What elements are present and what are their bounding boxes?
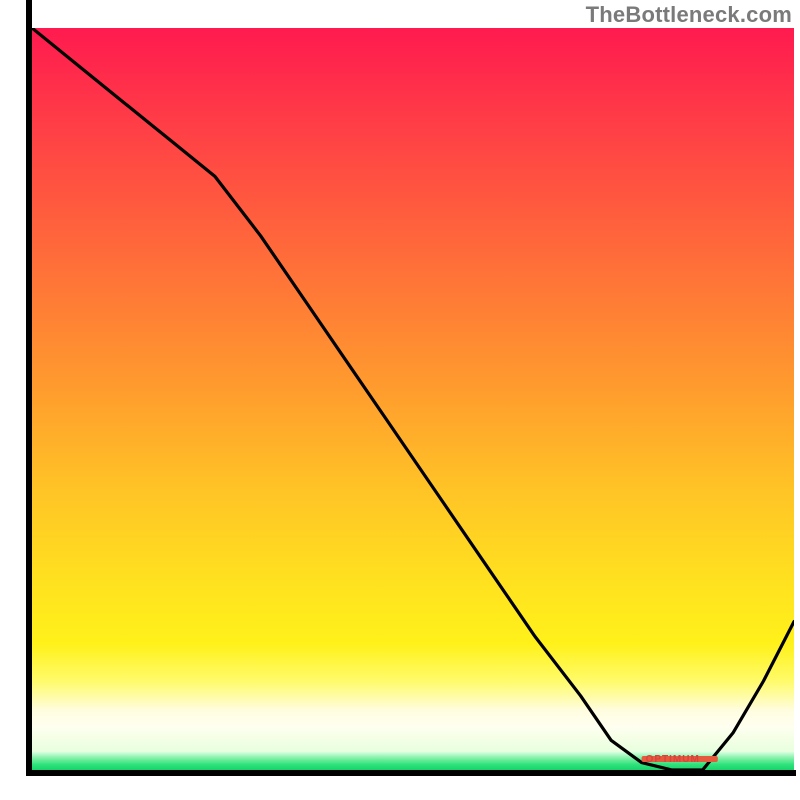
plot-area: OPTIMUM bbox=[32, 28, 794, 770]
bottleneck-chart: TheBottleneck.com OPTIMUM bbox=[0, 0, 800, 800]
curve-svg bbox=[32, 28, 794, 770]
bottleneck-curve-path bbox=[32, 28, 794, 770]
optimum-label: OPTIMUM bbox=[646, 754, 700, 765]
watermark-text: TheBottleneck.com bbox=[586, 2, 792, 28]
